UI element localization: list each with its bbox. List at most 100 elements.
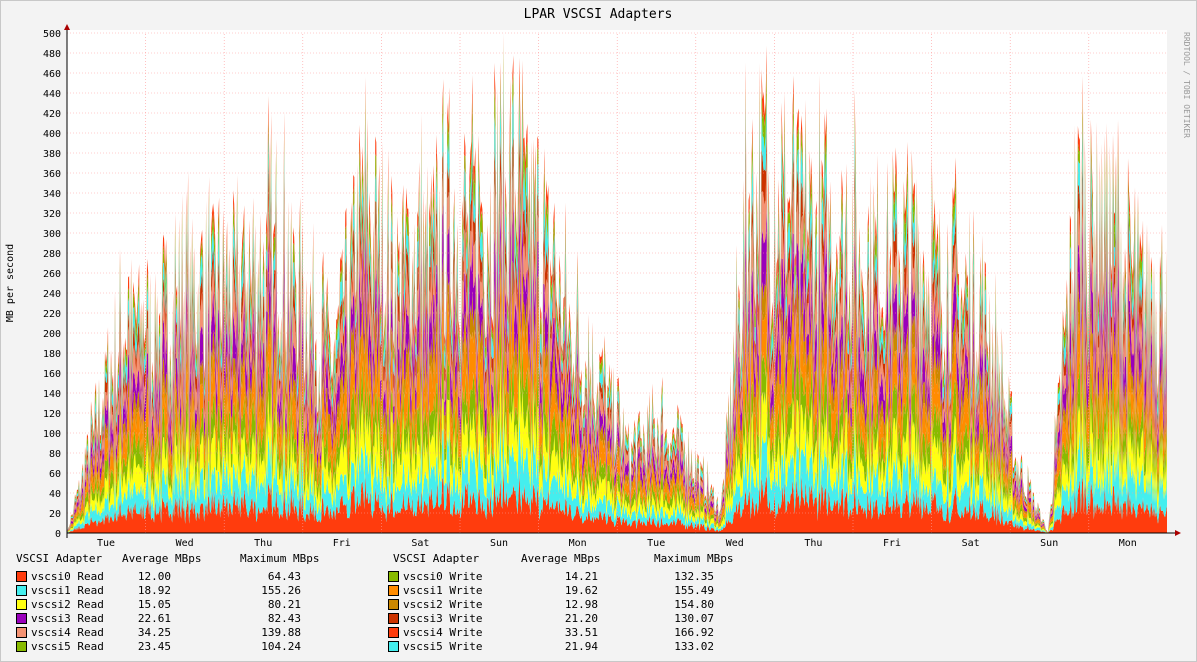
legend-series-name: vscsi0 Write bbox=[403, 570, 483, 583]
y-tick-label: 40 bbox=[49, 489, 61, 500]
rrdtool-watermark: RRDTOOL / TOBI OETIKER bbox=[1182, 32, 1191, 138]
y-tick-label: 60 bbox=[49, 469, 61, 480]
legend-average-value: 21.20 bbox=[564, 612, 598, 625]
y-tick-label: 340 bbox=[43, 189, 61, 200]
x-tick-labels: Tue Wed Thu Fri Sat Sun Mon Tue Wed Thu Fri Sat Sun M… bbox=[97, 538, 1137, 548]
x-tick-label: Tue bbox=[97, 538, 115, 548]
legend-series-name: vscsi1 Read bbox=[31, 584, 104, 597]
y-tick-label: 220 bbox=[43, 309, 61, 320]
y-tick-label: 140 bbox=[43, 389, 61, 400]
legend-series-name: vscsi5 Write bbox=[403, 640, 483, 653]
legend-swatch bbox=[16, 641, 27, 652]
legend-swatch bbox=[16, 571, 27, 582]
legend-maximum-value: 80.21 bbox=[267, 598, 301, 611]
legend-item: vscsi5 Write 21.94 133.02 bbox=[388, 640, 748, 654]
legend-swatch bbox=[16, 613, 27, 624]
legend-series-name: vscsi2 Write bbox=[403, 598, 483, 611]
legend-header-right-max: Maximum MBps bbox=[654, 552, 734, 565]
legend-maximum-value: 155.26 bbox=[261, 584, 301, 597]
y-tick-label: 200 bbox=[43, 329, 61, 340]
x-tick-label: Wed bbox=[726, 538, 744, 548]
legend-series-name: vscsi4 Read bbox=[31, 626, 104, 639]
y-tick-label: 180 bbox=[43, 349, 61, 360]
y-tick-label: 380 bbox=[43, 149, 61, 160]
legend-header-left-adapter: VSCSI Adapter bbox=[16, 552, 103, 565]
legend-swatch bbox=[388, 599, 399, 610]
y-tick-label: 500 bbox=[43, 29, 61, 40]
x-tick-label: Sat bbox=[962, 538, 980, 548]
legend-item: vscsi2 Read 15.05 80.21 bbox=[16, 598, 376, 612]
legend-swatch bbox=[388, 613, 399, 624]
x-tick-label: Sun bbox=[490, 538, 508, 548]
x-tick-label: Wed bbox=[176, 538, 194, 548]
x-tick-label: Mon bbox=[569, 538, 587, 548]
legend-average-value: 12.98 bbox=[564, 598, 598, 611]
legend-maximum-value: 104.24 bbox=[261, 640, 301, 653]
legend-item: vscsi2 Write 12.98 154.80 bbox=[388, 598, 748, 612]
y-tick-label: 300 bbox=[43, 229, 61, 240]
legend-maximum-value: 133.02 bbox=[674, 640, 714, 653]
y-tick-label: 20 bbox=[49, 509, 61, 520]
y-axis-label: MB per second bbox=[5, 244, 16, 322]
legend-series-name: vscsi1 Write bbox=[403, 584, 483, 597]
legend-series-name: vscsi5 Read bbox=[31, 640, 104, 653]
x-tick-label: Mon bbox=[1119, 538, 1137, 548]
legend-header-right-adapter: VSCSI Adapter bbox=[393, 552, 480, 565]
y-tick-label: 280 bbox=[43, 249, 61, 260]
y-tick-label: 0 bbox=[55, 529, 61, 540]
legend-item: vscsi5 Read 23.45 104.24 bbox=[16, 640, 376, 654]
y-tick-label: 420 bbox=[43, 109, 61, 120]
legend-maximum-value: 130.07 bbox=[674, 612, 714, 625]
legend-swatch bbox=[388, 641, 399, 652]
legend-swatch bbox=[16, 599, 27, 610]
legend-average-value: 18.92 bbox=[137, 584, 171, 597]
legend-header-right-avg: Average MBps bbox=[521, 552, 601, 565]
legend: VSCSI Adapter Average MBps Maximum MBps … bbox=[0, 548, 1197, 658]
legend-swatch bbox=[16, 627, 27, 638]
legend-average-value: 14.21 bbox=[564, 570, 598, 583]
legend-average-value: 33.51 bbox=[564, 626, 598, 639]
y-tick-label: 360 bbox=[43, 169, 61, 180]
x-tick-label: Sun bbox=[1040, 538, 1058, 548]
x-tick-label: Fri bbox=[883, 538, 901, 548]
legend-average-value: 15.05 bbox=[137, 598, 171, 611]
legend-series-name: vscsi4 Write bbox=[403, 626, 483, 639]
y-tick-label: 240 bbox=[43, 289, 61, 300]
legend-swatch bbox=[388, 571, 399, 582]
legend-series-name: vscsi0 Read bbox=[31, 570, 104, 583]
y-tick-label: 480 bbox=[43, 49, 61, 60]
legend-average-value: 21.94 bbox=[564, 640, 598, 653]
chart-title: LPAR VSCSI Adapters bbox=[524, 7, 673, 22]
chart-svg: LPAR VSCSI Adapters MB per second 0 20 40 6… bbox=[5, 7, 1181, 548]
legend-item: vscsi3 Read 22.61 82.43 bbox=[16, 612, 376, 626]
watermark-text: RRDTOOL / TOBI OETIKER bbox=[1182, 32, 1191, 138]
x-tick-label: Thu bbox=[254, 538, 272, 548]
y-tick-label: 400 bbox=[43, 129, 61, 140]
legend-average-value: 22.61 bbox=[137, 612, 171, 625]
legend-maximum-value: 82.43 bbox=[267, 612, 301, 625]
legend-maximum-value: 132.35 bbox=[674, 570, 714, 583]
legend-maximum-value: 154.80 bbox=[674, 598, 714, 611]
y-tick-label: 260 bbox=[43, 269, 61, 280]
y-tick-labels: 0 20 40 60 80 100 120 140 160 180 200 220 240 260 280 3… bbox=[43, 29, 61, 540]
y-tick-label: 460 bbox=[43, 69, 61, 80]
legend-average-value: 19.62 bbox=[564, 584, 598, 597]
y-tick-label: 100 bbox=[43, 429, 61, 440]
legend-series-name: vscsi3 Read bbox=[31, 612, 104, 625]
legend-item: vscsi4 Read 34.25 139.88 bbox=[16, 626, 376, 640]
legend-maximum-value: 155.49 bbox=[674, 584, 714, 597]
legend-average-value: 12.00 bbox=[137, 570, 171, 583]
legend-swatch bbox=[388, 585, 399, 596]
legend-swatch bbox=[16, 585, 27, 596]
legend-item: vscsi1 Read 18.92 155.26 bbox=[16, 584, 376, 598]
legend-maximum-value: 64.43 bbox=[267, 570, 301, 583]
legend-series-name: vscsi2 Read bbox=[31, 598, 104, 611]
legend-item: vscsi0 Read 12.00 64.43 bbox=[16, 570, 376, 584]
legend-maximum-value: 166.92 bbox=[674, 626, 714, 639]
legend-header-left-avg: Average MBps bbox=[122, 552, 202, 565]
y-tick-label: 160 bbox=[43, 369, 61, 380]
legend-series-name: vscsi3 Write bbox=[403, 612, 483, 625]
legend-swatch bbox=[388, 627, 399, 638]
legend-header-left-max: Maximum MBps bbox=[240, 552, 320, 565]
legend-average-value: 23.45 bbox=[137, 640, 171, 653]
